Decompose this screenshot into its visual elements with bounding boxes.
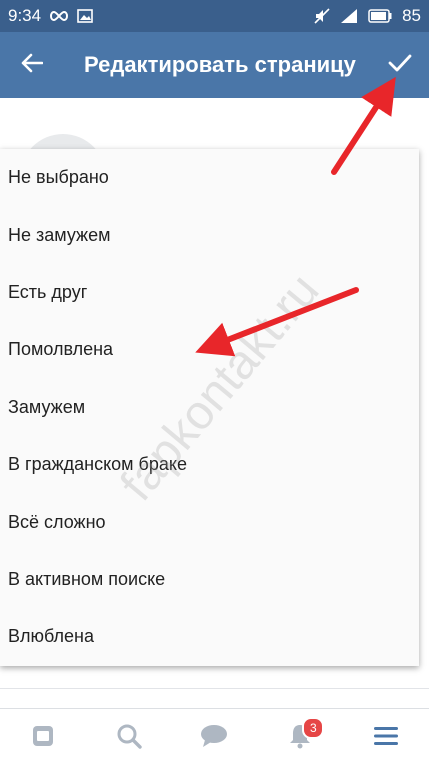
bottom-nav: 3 [0,708,429,768]
news-icon [31,724,55,753]
back-button[interactable] [0,32,64,98]
option-engaged[interactable]: Помолвлена [0,321,419,378]
battery-icon [368,9,392,23]
page-title: Редактировать страницу [84,52,356,77]
messages-icon [200,724,228,753]
battery-level: 85 [402,6,421,25]
search-icon [116,723,142,754]
nav-search[interactable] [86,709,172,768]
network-icon [340,8,358,24]
nav-messages[interactable] [172,709,258,768]
option-not-married[interactable]: Не замужем [0,206,419,263]
option-complicated[interactable]: Всё сложно [0,493,419,550]
option-actively-searching[interactable]: В активном поиске [0,551,419,608]
option-married[interactable]: Замужем [0,379,419,436]
app-bar: Редактировать страницу [0,32,429,98]
mute-icon [314,8,330,24]
save-button[interactable] [370,32,429,98]
infinity-icon [49,10,69,22]
nav-notifications[interactable]: 3 [257,709,343,768]
notifications-badge: 3 [302,717,325,739]
status-bar: 9:34 85 [0,0,429,32]
image-icon [77,9,93,23]
nav-news[interactable] [0,709,86,768]
status-time: 9:34 [8,6,42,25]
option-civil-marriage[interactable]: В гражданском браке [0,436,419,493]
option-not-selected[interactable]: Не выбрано [0,149,419,206]
divider [0,688,429,689]
option-in-love[interactable]: Влюблена [0,608,419,665]
relationship-status-dropdown: Не выбрано Не замужем Есть друг Помолвле… [0,149,419,666]
menu-icon [373,725,399,752]
option-has-friend[interactable]: Есть друг [0,264,419,321]
arrow-left-icon [21,53,44,78]
check-icon [388,53,412,78]
nav-menu[interactable] [343,709,429,768]
